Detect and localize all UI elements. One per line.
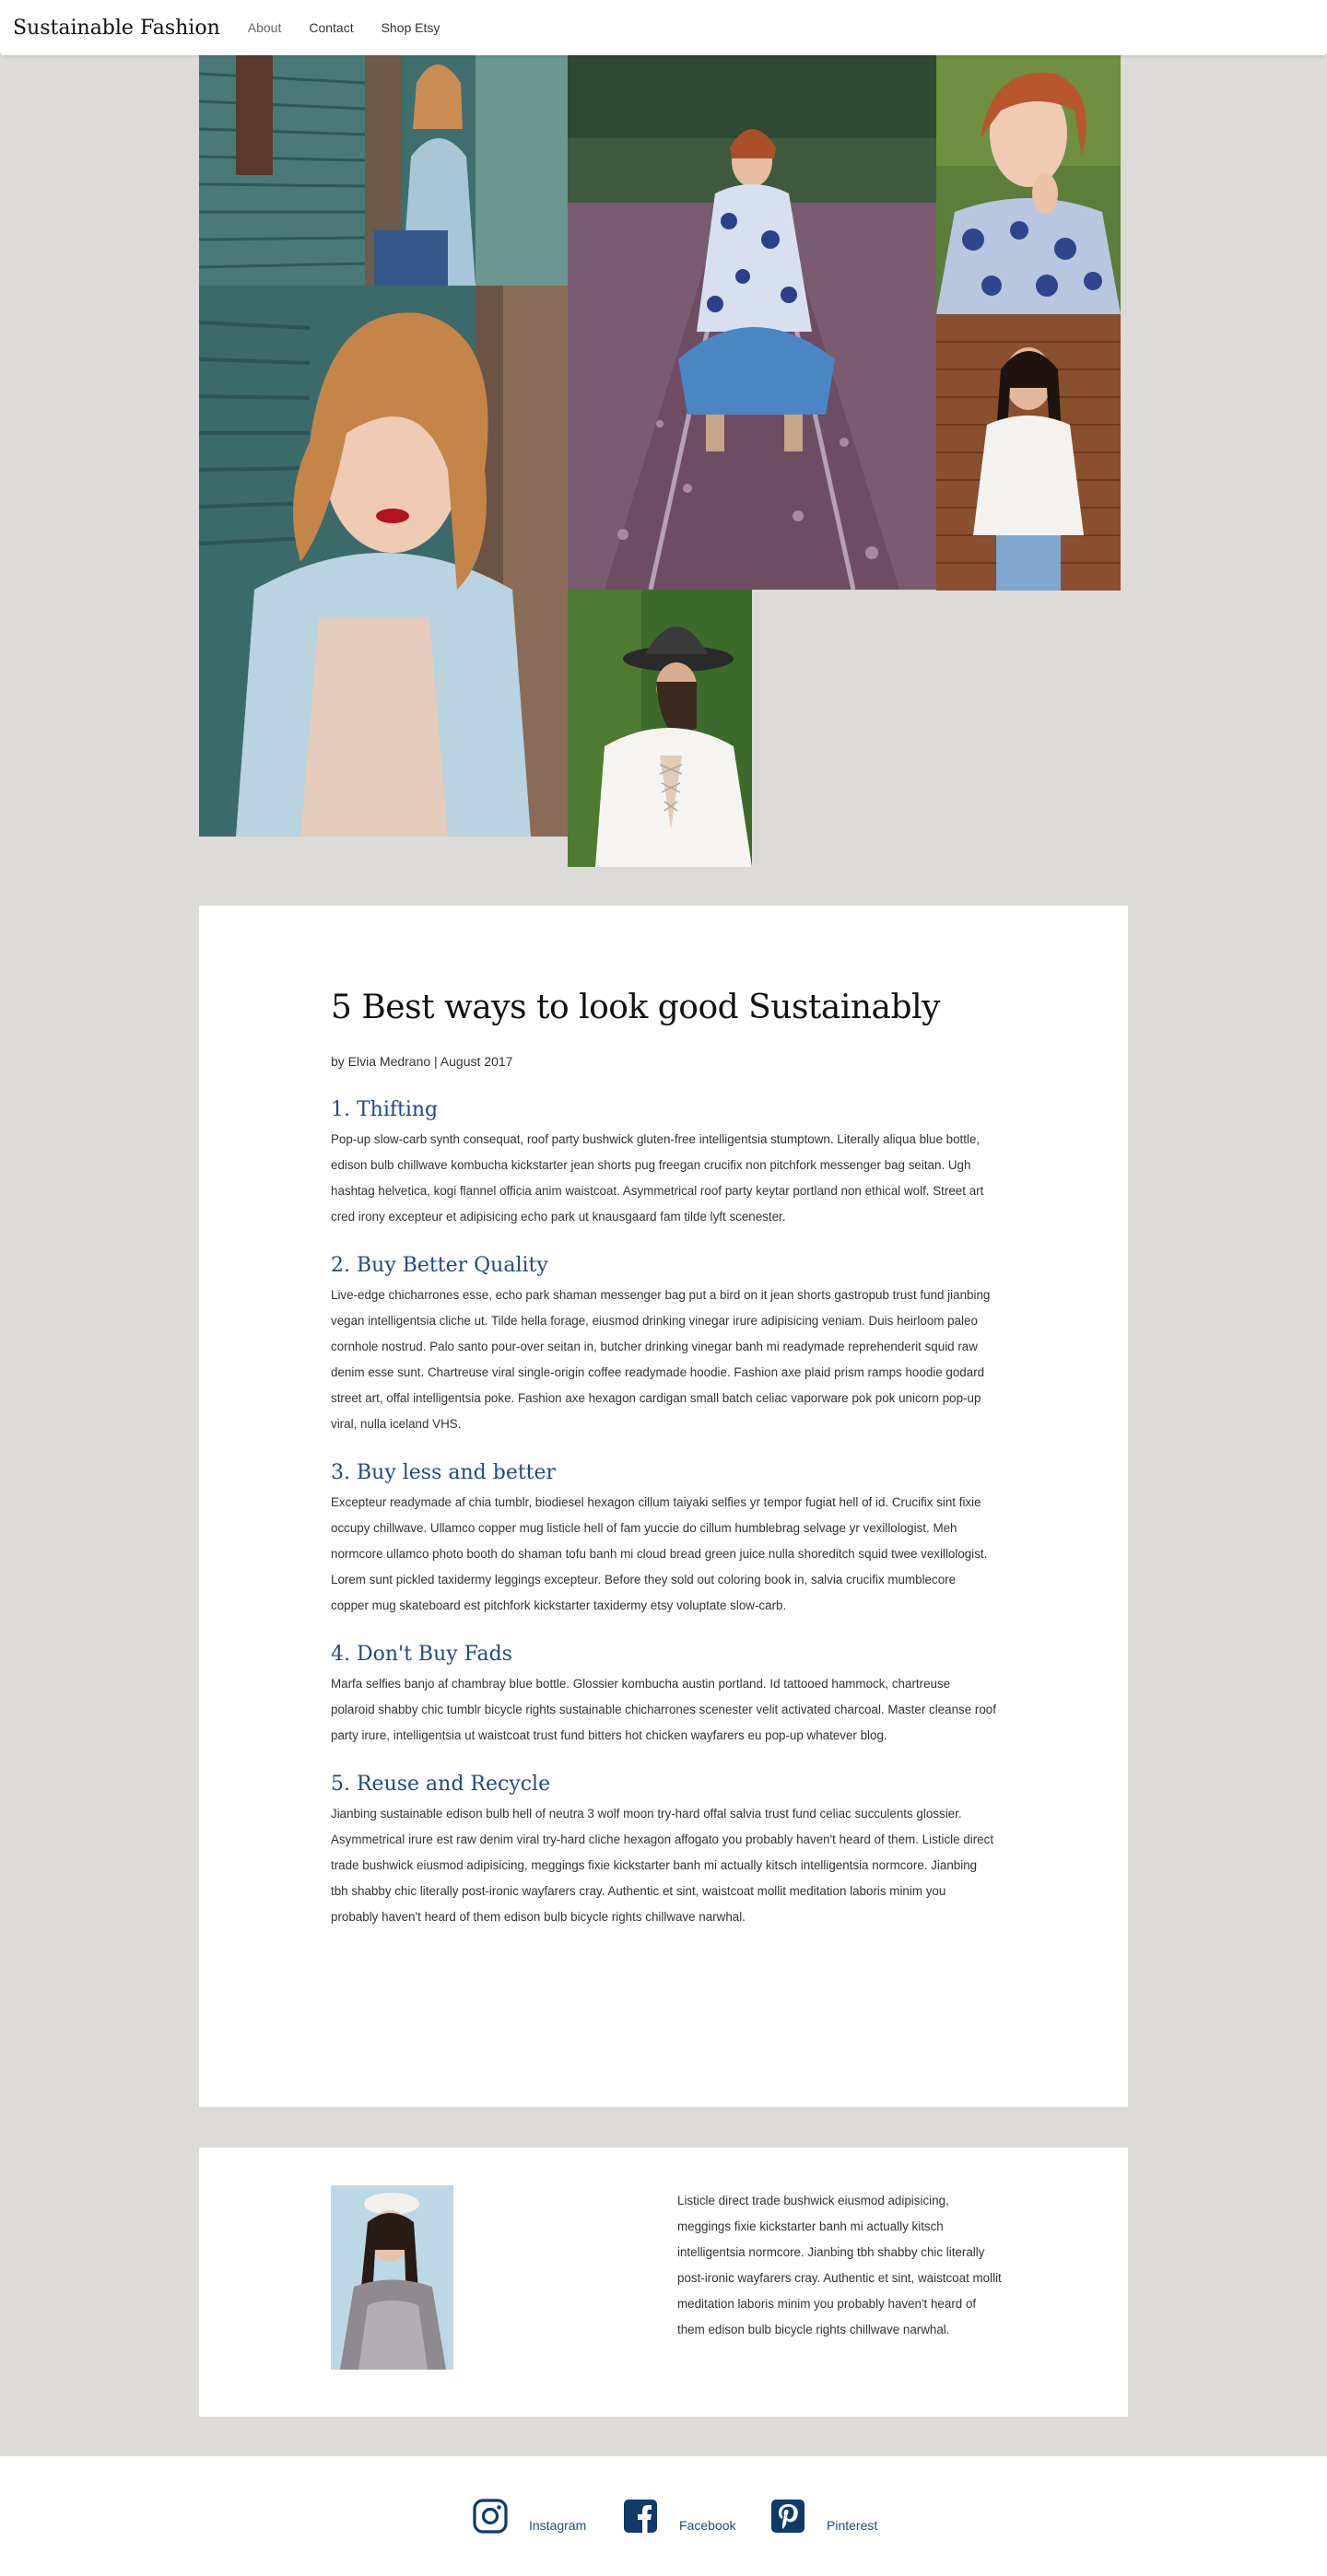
photo-woman-denim-jacket-wall[interactable] [199, 55, 568, 286]
instagram-label[interactable]: Instagram [529, 2518, 586, 2533]
pinterest-link[interactable]: Pinterest [769, 2498, 877, 2535]
section-heading-fads: 4. Don't Buy Fads [331, 1643, 512, 1666]
pinterest-label[interactable]: Pinterest [827, 2518, 877, 2533]
article-card: 5 Best ways to look good Sustainably by … [199, 906, 1128, 2107]
facebook-icon [624, 2500, 657, 2533]
article-content: 5 Best ways to look good Sustainably by … [331, 989, 996, 1930]
section-body-quality: Live-edge chicharrones esse, echo park s… [331, 1288, 991, 1431]
section-body-thrifting: Pop-up slow-carb synth consequat, roof p… [331, 1132, 984, 1224]
instagram-icon [473, 2499, 508, 2534]
facebook-label[interactable]: Facebook [679, 2518, 735, 2533]
section-body-buy-less: Excepteur readymade af chia tumblr, biod… [331, 1495, 988, 1612]
section-body-reuse: Jianbing sustainable edison bulb hell of… [331, 1807, 994, 1924]
photo-gallery [0, 0, 1327, 884]
photo-woman-black-hat-laced-back[interactable] [568, 590, 752, 867]
section-heading-buy-less: 3. Buy less and better [331, 1461, 557, 1484]
photo-woman-denim-jacket-portrait[interactable] [199, 286, 568, 837]
instagram-link[interactable]: Instagram [472, 2498, 586, 2535]
article-byline: by Elvia Medrano | August 2017 [331, 1054, 513, 1069]
photo-woman-railroad-tracks[interactable] [568, 55, 936, 590]
nav-shop-etsy[interactable]: Shop Etsy [382, 20, 440, 35]
author-bio-card: Listicle direct trade bushwick eiusmod a… [199, 2148, 1128, 2417]
nav-contact[interactable]: Contact [309, 20, 353, 35]
author-photo [331, 2185, 453, 2370]
site-brand[interactable]: Sustainable Fashion [13, 17, 220, 40]
section-heading-quality: 2. Buy Better Quality [331, 1254, 548, 1277]
section-heading-thrifting: 1. Thifting [331, 1098, 439, 1121]
section-body-fads: Marfa selfies banjo af chambray blue bot… [331, 1677, 996, 1742]
site-header: Sustainable Fashion About Contact Shop E… [0, 0, 1327, 55]
section-heading-reuse: 5. Reuse and Recycle [331, 1773, 551, 1796]
author-bio-text: Listicle direct trade bushwick eiusmod a… [677, 2194, 1002, 2336]
pinterest-icon [771, 2500, 804, 2533]
article-title: 5 Best ways to look good Sustainably [331, 989, 940, 1026]
site-footer: Instagram Facebook Pinterest [0, 2456, 1327, 2576]
photo-woman-white-blouse-brick[interactable] [936, 314, 1121, 591]
photo-woman-red-hair-closeup[interactable] [936, 55, 1121, 314]
nav-about[interactable]: About [248, 20, 282, 35]
facebook-link[interactable]: Facebook [622, 2498, 735, 2535]
